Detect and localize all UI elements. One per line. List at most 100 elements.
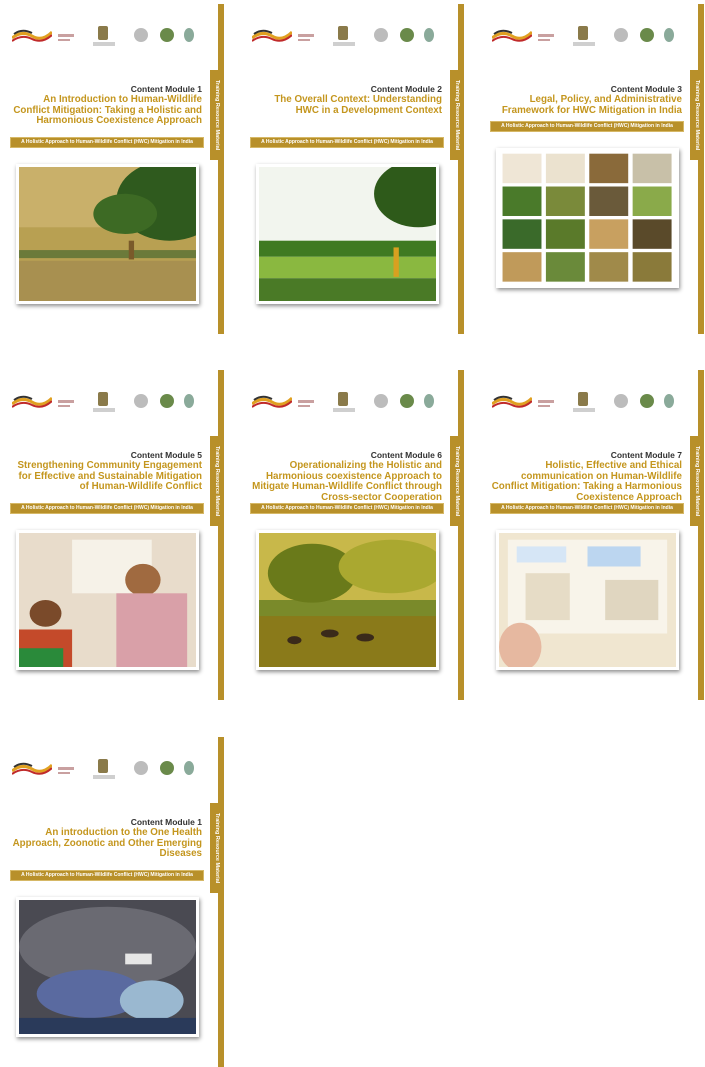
module-number: Content Module 5 <box>130 450 202 460</box>
national-emblem-logo <box>98 759 108 773</box>
logo-text <box>58 34 74 37</box>
module-number: Content Module 1 <box>130 84 202 94</box>
logo-text <box>58 400 74 403</box>
spine-label: Training Resource Material <box>450 70 464 160</box>
module-number: Content Module 7 <box>610 450 682 460</box>
cover-spine <box>458 370 464 700</box>
partner-seal-logo <box>184 394 194 408</box>
cover-spine <box>458 4 464 334</box>
national-emblem-logo <box>98 392 108 406</box>
ministry-text <box>573 42 595 46</box>
spine-text: Training Resource Material <box>454 445 460 517</box>
spine-label: Training Resource Material <box>210 436 224 526</box>
national-emblem-logo <box>338 26 348 40</box>
logo-text <box>58 39 70 41</box>
cover-title-block: Content Module 1 An Introduction to Human… <box>10 84 202 127</box>
partner-logos <box>12 24 204 50</box>
spine-text: Training Resource Material <box>454 79 460 151</box>
cover-title-block: Content Module 3 Legal, Policy, and Admin… <box>490 84 682 116</box>
logo-text <box>58 767 74 770</box>
partner-seal-logo <box>134 761 148 775</box>
partner-seal-logo <box>134 28 148 42</box>
cover-photo <box>496 530 679 672</box>
series-band: A Holistic Approach to Human-Wildlife Co… <box>490 503 684 514</box>
partner-seal-logo <box>424 394 434 408</box>
vet-elephant-photo <box>19 900 196 1038</box>
module-cover: Training Resource Material Content Module… <box>0 370 224 700</box>
giz-flag-logo <box>252 395 292 408</box>
logo-text <box>58 405 70 407</box>
logo-text <box>298 39 310 41</box>
cover-photo <box>256 530 445 670</box>
module-number: Content Module 3 <box>610 84 682 94</box>
spine-label: Training Resource Material <box>690 436 704 526</box>
national-emblem-logo <box>578 26 588 40</box>
cover-title-block: Content Module 7 Holistic, Effective and … <box>490 450 682 503</box>
cover-title-block: Content Module 6 Operationalizing the Hol… <box>250 450 442 503</box>
spine-label: Training Resource Material <box>210 70 224 160</box>
partner-seal-logo <box>614 28 628 42</box>
module-title: Strengthening Community Engagement for E… <box>17 460 202 492</box>
national-emblem-logo <box>338 392 348 406</box>
partner-logos <box>252 24 444 50</box>
module-number: Content Module 6 <box>370 450 442 460</box>
partner-seal-logo <box>184 28 194 42</box>
cover-spine <box>218 4 224 334</box>
partner-seal-logo <box>424 28 434 42</box>
giz-flag-logo <box>12 762 52 775</box>
module-cover: Training Resource Material Content Module… <box>0 4 224 334</box>
landscape-photo <box>259 160 463 305</box>
national-emblem-logo <box>98 26 108 40</box>
partner-seal-logo <box>160 761 174 775</box>
partner-seal-logo <box>664 394 674 408</box>
partner-seal-logo <box>400 28 414 42</box>
module-cover: Training Resource Material Content Module… <box>480 4 704 334</box>
series-band: A Holistic Approach to Human-Wildlife Co… <box>250 137 444 148</box>
cover-spine <box>698 4 704 334</box>
partner-seal-logo <box>400 394 414 408</box>
series-band: A Holistic Approach to Human-Wildlife Co… <box>250 503 444 514</box>
people-photo <box>19 533 196 671</box>
giz-flag-logo <box>492 395 532 408</box>
national-emblem-logo <box>578 392 588 406</box>
partner-logos <box>12 390 204 416</box>
module-cover: Training Resource Material Content Module… <box>240 4 464 334</box>
cover-spine <box>218 370 224 700</box>
module-title: An introduction to the One Health Approa… <box>12 827 202 859</box>
ministry-text <box>93 42 115 46</box>
partner-seal-logo <box>640 28 654 42</box>
spine-text: Training Resource Material <box>214 812 220 884</box>
cover-photo <box>16 530 199 670</box>
cover-photo <box>256 160 463 305</box>
ministry-text <box>93 408 115 412</box>
giz-flag-logo <box>12 29 52 42</box>
cover-spine <box>698 370 704 700</box>
logo-text <box>538 39 550 41</box>
module-title: Legal, Policy, and Administrative Framew… <box>501 94 682 116</box>
logo-text <box>538 34 554 37</box>
partner-seal-logo <box>374 28 388 42</box>
spine-text: Training Resource Material <box>694 445 700 517</box>
media-board-photo <box>499 533 676 672</box>
module-title: An Introduction to Human-Wildlife Confli… <box>13 94 202 126</box>
ministry-text <box>333 408 355 412</box>
module-title: Operationalizing the Holistic and Harmon… <box>252 460 442 503</box>
logo-text <box>298 400 314 403</box>
logo-text <box>298 405 310 407</box>
partner-seal-logo <box>614 394 628 408</box>
cover-title-block: Content Module 5 Strengthening Community … <box>10 450 202 493</box>
partner-logos <box>12 757 204 783</box>
partner-seal-logo <box>160 394 174 408</box>
ministry-text <box>93 775 115 779</box>
spine-text: Training Resource Material <box>214 79 220 151</box>
cover-title-block: Content Module 2 The Overall Context: Und… <box>250 84 442 116</box>
module-title: The Overall Context: Understanding HWC i… <box>274 94 442 116</box>
landscape-photo <box>19 160 223 305</box>
partner-seal-logo <box>160 28 174 42</box>
spine-label: Training Resource Material <box>450 436 464 526</box>
partner-seal-logo <box>640 394 654 408</box>
logo-text <box>538 400 554 403</box>
cover-photo <box>496 148 679 288</box>
logo-text <box>298 34 314 37</box>
logo-text <box>538 405 550 407</box>
